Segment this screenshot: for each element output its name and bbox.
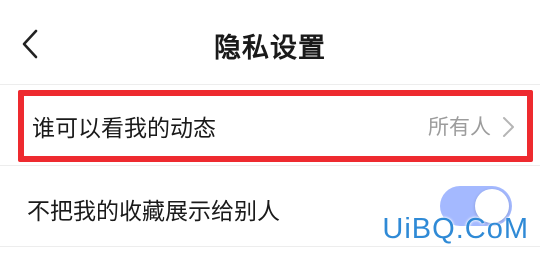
who-can-see-my-moments-row[interactable]: 谁可以看我的动态 所有人 <box>18 90 533 162</box>
row-divider <box>0 165 540 166</box>
who-can-see-my-moments-value: 所有人 <box>428 115 491 139</box>
chevron-right-icon <box>503 117 514 137</box>
hide-favorites-label: 不把我的收藏展示给别人 <box>27 199 280 225</box>
page-title: 隐私设置 <box>214 33 326 64</box>
header-divider <box>0 84 540 85</box>
who-can-see-my-moments-label: 谁可以看我的动态 <box>32 116 216 142</box>
site-watermark: UiBQ.CoM <box>382 213 529 245</box>
navigation-header: 隐私设置 <box>0 0 540 84</box>
bottom-divider <box>0 246 540 247</box>
